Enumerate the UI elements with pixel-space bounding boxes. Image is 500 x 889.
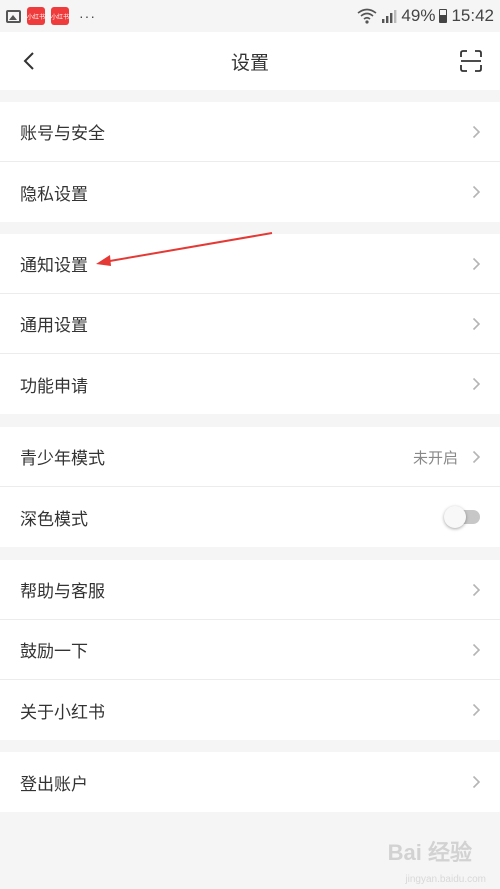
row-label: 账号与安全 — [20, 124, 105, 144]
chevron-right-icon — [470, 583, 482, 597]
row-label: 通知设置 — [20, 256, 88, 276]
row-label: 功能申请 — [20, 376, 88, 397]
watermark-url: jingyan.baidu.com — [405, 874, 486, 885]
settings-row-privacy[interactable]: 隐私设置 — [0, 162, 500, 222]
chevron-right-icon — [470, 185, 482, 199]
settings-row-notifications[interactable]: 通知设置 — [0, 234, 500, 294]
chevron-right-icon — [470, 775, 482, 789]
settings-group-general: 通知设置 通用设置 功能申请 — [0, 234, 500, 414]
settings-row-feature-request[interactable]: 功能申请 — [0, 354, 500, 414]
settings-group-support: 帮助与客服 鼓励一下 关于小红书 — [0, 560, 500, 740]
settings-group-account: 账号与安全 隐私设置 — [0, 102, 500, 222]
toggle-knob — [444, 506, 466, 528]
settings-group-logout: 登出账户 — [0, 752, 500, 812]
settings-row-account-security[interactable]: 账号与安全 — [0, 102, 500, 162]
more-notifications-icon: ··· — [79, 8, 96, 24]
back-button[interactable] — [14, 46, 44, 76]
settings-row-about[interactable]: 关于小红书 — [0, 680, 500, 740]
battery-icon — [439, 9, 448, 23]
chevron-right-icon — [470, 125, 482, 139]
settings-row-general[interactable]: 通用设置 — [0, 294, 500, 354]
chevron-right-icon — [470, 703, 482, 717]
battery-percent: 49% — [401, 6, 436, 25]
row-label: 青少年模式 — [20, 449, 105, 469]
xiaohongshu-notification-icon: 小红书 — [51, 7, 69, 25]
wifi-icon — [357, 8, 377, 24]
chevron-right-icon — [470, 377, 482, 391]
teen-mode-status: 未开启 — [412, 448, 458, 467]
settings-row-encourage[interactable]: 鼓励一下 — [0, 620, 500, 680]
chevron-left-icon — [23, 52, 34, 70]
settings-row-teen-mode[interactable]: 青少年模式 未开启 — [0, 427, 500, 487]
scan-icon — [460, 50, 482, 72]
row-label: 通用设置 — [20, 316, 88, 336]
chevron-right-icon — [470, 317, 482, 331]
page-title: 设置 — [230, 51, 269, 74]
scan-button[interactable] — [456, 46, 486, 76]
status-bar: 小红书 小红书 ··· 49% 15:42 — [0, 0, 500, 32]
navigation-bar: 设置 — [0, 32, 500, 90]
row-label: 帮助与客服 — [20, 582, 105, 602]
settings-row-logout[interactable]: 登出账户 — [0, 752, 500, 812]
row-label: 隐私设置 — [20, 184, 88, 205]
clock-time: 15:42 — [451, 6, 494, 25]
chevron-right-icon — [470, 643, 482, 657]
baidu-jingyan-watermark: Bai 经验 — [388, 835, 472, 867]
settings-row-help[interactable]: 帮助与客服 — [0, 560, 500, 620]
row-label: 登出账户 — [20, 774, 88, 795]
dark-mode-toggle[interactable] — [444, 506, 482, 528]
gallery-icon — [6, 9, 21, 23]
row-label: 鼓励一下 — [20, 642, 88, 662]
settings-row-dark-mode: 深色模式 — [0, 487, 500, 547]
row-label: 关于小红书 — [20, 702, 105, 723]
watermark-text: Bai 经验 — [387, 840, 472, 865]
signal-icon — [382, 10, 397, 23]
xiaohongshu-notification-icon: 小红书 — [27, 7, 45, 25]
chevron-right-icon — [470, 450, 482, 464]
settings-group-modes: 青少年模式 未开启 深色模式 — [0, 427, 500, 547]
chevron-right-icon — [470, 257, 482, 271]
row-label: 深色模式 — [20, 509, 88, 530]
